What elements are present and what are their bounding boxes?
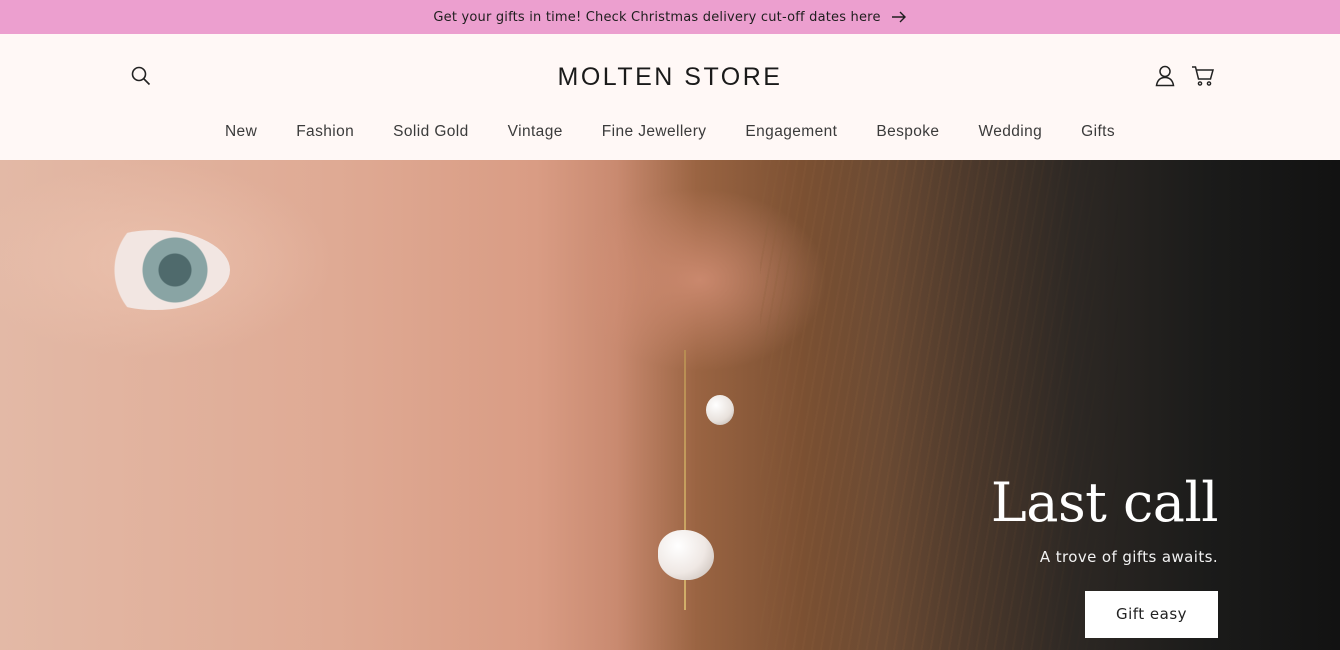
main-nav: New Fashion Solid Gold Vintage Fine Jewe…	[0, 123, 1340, 141]
hero-image-eye	[80, 230, 230, 310]
cart-button[interactable]	[1190, 65, 1216, 91]
nav-item-gifts[interactable]: Gifts	[1081, 123, 1115, 141]
hero-content: Last call A trove of gifts awaits. Gift …	[990, 471, 1219, 638]
pearl-small	[706, 395, 734, 425]
cart-icon	[1191, 65, 1215, 91]
site-header: MOLTEN STORE New Fashion Solid Gold Vint…	[0, 34, 1340, 160]
nav-item-fine-jewellery[interactable]: Fine Jewellery	[602, 123, 707, 141]
hero-title: Last call	[990, 471, 1219, 534]
site-logo: MOLTEN STORE	[0, 63, 1340, 92]
hero-banner: Last call A trove of gifts awaits. Gift …	[0, 160, 1340, 650]
logo-link[interactable]: MOLTEN STORE	[558, 63, 783, 91]
arrow-right-icon	[891, 11, 907, 23]
nav-item-engagement[interactable]: Engagement	[745, 123, 837, 141]
user-icon	[1155, 65, 1175, 91]
gift-easy-button[interactable]: Gift easy	[1085, 591, 1218, 638]
announcement-bar[interactable]: Get your gifts in time! Check Christmas …	[0, 0, 1340, 34]
announcement-text: Get your gifts in time! Check Christmas …	[433, 9, 881, 25]
nav-item-fashion[interactable]: Fashion	[296, 123, 354, 141]
pearl-large	[658, 530, 714, 580]
nav-item-wedding[interactable]: Wedding	[978, 123, 1042, 141]
nav-item-solid-gold[interactable]: Solid Gold	[393, 123, 469, 141]
nav-item-new[interactable]: New	[225, 123, 257, 141]
account-button[interactable]	[1152, 65, 1178, 91]
nav-item-vintage[interactable]: Vintage	[508, 123, 563, 141]
nav-item-bespoke[interactable]: Bespoke	[876, 123, 939, 141]
hero-subtitle: A trove of gifts awaits.	[1039, 548, 1218, 566]
